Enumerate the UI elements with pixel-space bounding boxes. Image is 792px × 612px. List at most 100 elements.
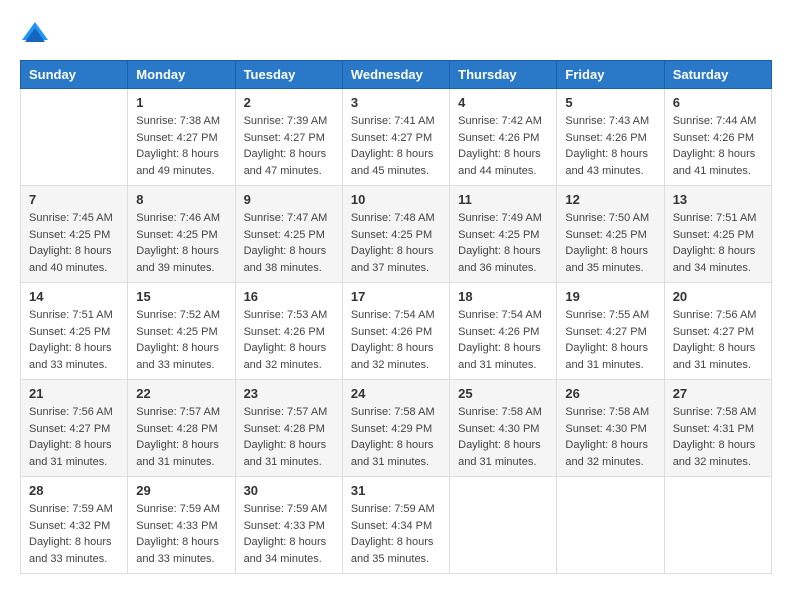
day-number: 31	[351, 483, 441, 498]
calendar-cell: 15 Sunrise: 7:52 AMSunset: 4:25 PMDayligh…	[128, 283, 235, 380]
day-info: Sunrise: 7:57 AMSunset: 4:28 PMDaylight:…	[244, 404, 334, 470]
calendar-cell: 6 Sunrise: 7:44 AMSunset: 4:26 PMDaylight…	[664, 89, 771, 186]
calendar-week-3: 14Sunrise: 7:51 AMSunset: 4:25 PMDayligh…	[21, 283, 772, 380]
calendar-cell: 27Sunrise: 7:58 AMSunset: 4:31 PMDayligh…	[664, 380, 771, 477]
day-info: Sunrise: 7:50 AMSunset: 4:25 PMDaylight:…	[565, 210, 655, 276]
calendar-week-4: 21 Sunrise: 7:56 AMSunset: 4:27 PMDayligh…	[21, 380, 772, 477]
day-info: Sunrise: 7:53 AMSunset: 4:26 PMDaylight:…	[244, 307, 334, 373]
calendar: SundayMondayTuesdayWednesdayThursdayFrid…	[20, 60, 772, 574]
day-number: 15	[136, 289, 226, 304]
calendar-cell: 29 Sunrise: 7:59 AMSunset: 4:33 PMDayligh…	[128, 477, 235, 574]
calendar-header-tuesday: Tuesday	[235, 61, 342, 89]
day-info: Sunrise: 7:44 AMSunset: 4:26 PMDaylight:…	[673, 113, 763, 179]
day-info: Sunrise: 7:54 AMSunset: 4:26 PMDaylight:…	[351, 307, 441, 373]
calendar-cell: 18 Sunrise: 7:54 AMSunset: 4:26 PMDayligh…	[450, 283, 557, 380]
day-number: 21	[29, 386, 119, 401]
calendar-week-1: 1 Sunrise: 7:38 AMSunset: 4:27 PMDaylight…	[21, 89, 772, 186]
day-info: Sunrise: 7:51 AMSunset: 4:25 PMDaylight:…	[673, 210, 763, 276]
day-number: 12	[565, 192, 655, 207]
day-number: 17	[351, 289, 441, 304]
day-info: Sunrise: 7:54 AMSunset: 4:26 PMDaylight:…	[458, 307, 548, 373]
day-number: 5	[565, 95, 655, 110]
calendar-cell: 17 Sunrise: 7:54 AMSunset: 4:26 PMDayligh…	[342, 283, 449, 380]
day-info: Sunrise: 7:43 AMSunset: 4:26 PMDaylight:…	[565, 113, 655, 179]
calendar-cell: 24Sunrise: 7:58 AMSunset: 4:29 PMDayligh…	[342, 380, 449, 477]
calendar-header-row: SundayMondayTuesdayWednesdayThursdayFrid…	[21, 61, 772, 89]
day-info: Sunrise: 7:46 AMSunset: 4:25 PMDaylight:…	[136, 210, 226, 276]
calendar-cell: 30 Sunrise: 7:59 AMSunset: 4:33 PMDayligh…	[235, 477, 342, 574]
day-info: Sunrise: 7:38 AMSunset: 4:27 PMDaylight:…	[136, 113, 226, 179]
day-number: 6	[673, 95, 763, 110]
calendar-cell	[664, 477, 771, 574]
calendar-cell: 26 Sunrise: 7:58 AMSunset: 4:30 PMDayligh…	[557, 380, 664, 477]
calendar-header-saturday: Saturday	[664, 61, 771, 89]
calendar-cell: 1 Sunrise: 7:38 AMSunset: 4:27 PMDaylight…	[128, 89, 235, 186]
day-info: Sunrise: 7:49 AMSunset: 4:25 PMDaylight:…	[458, 210, 548, 276]
calendar-cell	[557, 477, 664, 574]
day-number: 10	[351, 192, 441, 207]
calendar-cell: 5 Sunrise: 7:43 AMSunset: 4:26 PMDaylight…	[557, 89, 664, 186]
day-info: Sunrise: 7:56 AMSunset: 4:27 PMDaylight:…	[29, 404, 119, 470]
calendar-cell: 10 Sunrise: 7:48 AMSunset: 4:25 PMDayligh…	[342, 186, 449, 283]
day-info: Sunrise: 7:59 AMSunset: 4:33 PMDaylight:…	[136, 501, 226, 567]
day-number: 20	[673, 289, 763, 304]
day-info: Sunrise: 7:58 AMSunset: 4:30 PMDaylight:…	[565, 404, 655, 470]
day-number: 19	[565, 289, 655, 304]
calendar-cell: 21 Sunrise: 7:56 AMSunset: 4:27 PMDayligh…	[21, 380, 128, 477]
day-number: 18	[458, 289, 548, 304]
calendar-cell	[21, 89, 128, 186]
calendar-cell: 9Sunrise: 7:47 AMSunset: 4:25 PMDaylight…	[235, 186, 342, 283]
calendar-cell: 28Sunrise: 7:59 AMSunset: 4:32 PMDayligh…	[21, 477, 128, 574]
header	[20, 20, 772, 50]
day-info: Sunrise: 7:42 AMSunset: 4:26 PMDaylight:…	[458, 113, 548, 179]
day-number: 11	[458, 192, 548, 207]
day-number: 9	[244, 192, 334, 207]
calendar-cell: 19 Sunrise: 7:55 AMSunset: 4:27 PMDayligh…	[557, 283, 664, 380]
calendar-cell: 2Sunrise: 7:39 AMSunset: 4:27 PMDaylight…	[235, 89, 342, 186]
calendar-cell: 12 Sunrise: 7:50 AMSunset: 4:25 PMDayligh…	[557, 186, 664, 283]
calendar-cell	[450, 477, 557, 574]
day-number: 26	[565, 386, 655, 401]
day-info: Sunrise: 7:57 AMSunset: 4:28 PMDaylight:…	[136, 404, 226, 470]
day-info: Sunrise: 7:55 AMSunset: 4:27 PMDaylight:…	[565, 307, 655, 373]
day-number: 25	[458, 386, 548, 401]
calendar-cell: 16 Sunrise: 7:53 AMSunset: 4:26 PMDayligh…	[235, 283, 342, 380]
day-info: Sunrise: 7:59 AMSunset: 4:33 PMDaylight:…	[244, 501, 334, 567]
day-info: Sunrise: 7:59 AMSunset: 4:34 PMDaylight:…	[351, 501, 441, 567]
calendar-header-thursday: Thursday	[450, 61, 557, 89]
calendar-cell: 13Sunrise: 7:51 AMSunset: 4:25 PMDayligh…	[664, 186, 771, 283]
calendar-cell: 11 Sunrise: 7:49 AMSunset: 4:25 PMDayligh…	[450, 186, 557, 283]
calendar-week-5: 28Sunrise: 7:59 AMSunset: 4:32 PMDayligh…	[21, 477, 772, 574]
calendar-cell: 20 Sunrise: 7:56 AMSunset: 4:27 PMDayligh…	[664, 283, 771, 380]
logo	[20, 20, 54, 50]
day-number: 27	[673, 386, 763, 401]
day-number: 29	[136, 483, 226, 498]
day-info: Sunrise: 7:56 AMSunset: 4:27 PMDaylight:…	[673, 307, 763, 373]
day-number: 3	[351, 95, 441, 110]
day-info: Sunrise: 7:52 AMSunset: 4:25 PMDaylight:…	[136, 307, 226, 373]
day-number: 22	[136, 386, 226, 401]
calendar-cell: 22 Sunrise: 7:57 AMSunset: 4:28 PMDayligh…	[128, 380, 235, 477]
calendar-cell: 31 Sunrise: 7:59 AMSunset: 4:34 PMDayligh…	[342, 477, 449, 574]
calendar-header-friday: Friday	[557, 61, 664, 89]
day-number: 14	[29, 289, 119, 304]
calendar-cell: 23 Sunrise: 7:57 AMSunset: 4:28 PMDayligh…	[235, 380, 342, 477]
day-info: Sunrise: 7:48 AMSunset: 4:25 PMDaylight:…	[351, 210, 441, 276]
calendar-header-monday: Monday	[128, 61, 235, 89]
calendar-cell: 4Sunrise: 7:42 AMSunset: 4:26 PMDaylight…	[450, 89, 557, 186]
calendar-cell: 14Sunrise: 7:51 AMSunset: 4:25 PMDayligh…	[21, 283, 128, 380]
calendar-cell: 3 Sunrise: 7:41 AMSunset: 4:27 PMDaylight…	[342, 89, 449, 186]
day-info: Sunrise: 7:45 AMSunset: 4:25 PMDaylight:…	[29, 210, 119, 276]
calendar-header-wednesday: Wednesday	[342, 61, 449, 89]
day-info: Sunrise: 7:41 AMSunset: 4:27 PMDaylight:…	[351, 113, 441, 179]
calendar-header-sunday: Sunday	[21, 61, 128, 89]
day-number: 8	[136, 192, 226, 207]
day-info: Sunrise: 7:59 AMSunset: 4:32 PMDaylight:…	[29, 501, 119, 567]
day-number: 1	[136, 95, 226, 110]
day-number: 30	[244, 483, 334, 498]
day-number: 16	[244, 289, 334, 304]
day-number: 23	[244, 386, 334, 401]
day-number: 2	[244, 95, 334, 110]
calendar-week-2: 7Sunrise: 7:45 AMSunset: 4:25 PMDaylight…	[21, 186, 772, 283]
logo-icon	[20, 20, 50, 50]
